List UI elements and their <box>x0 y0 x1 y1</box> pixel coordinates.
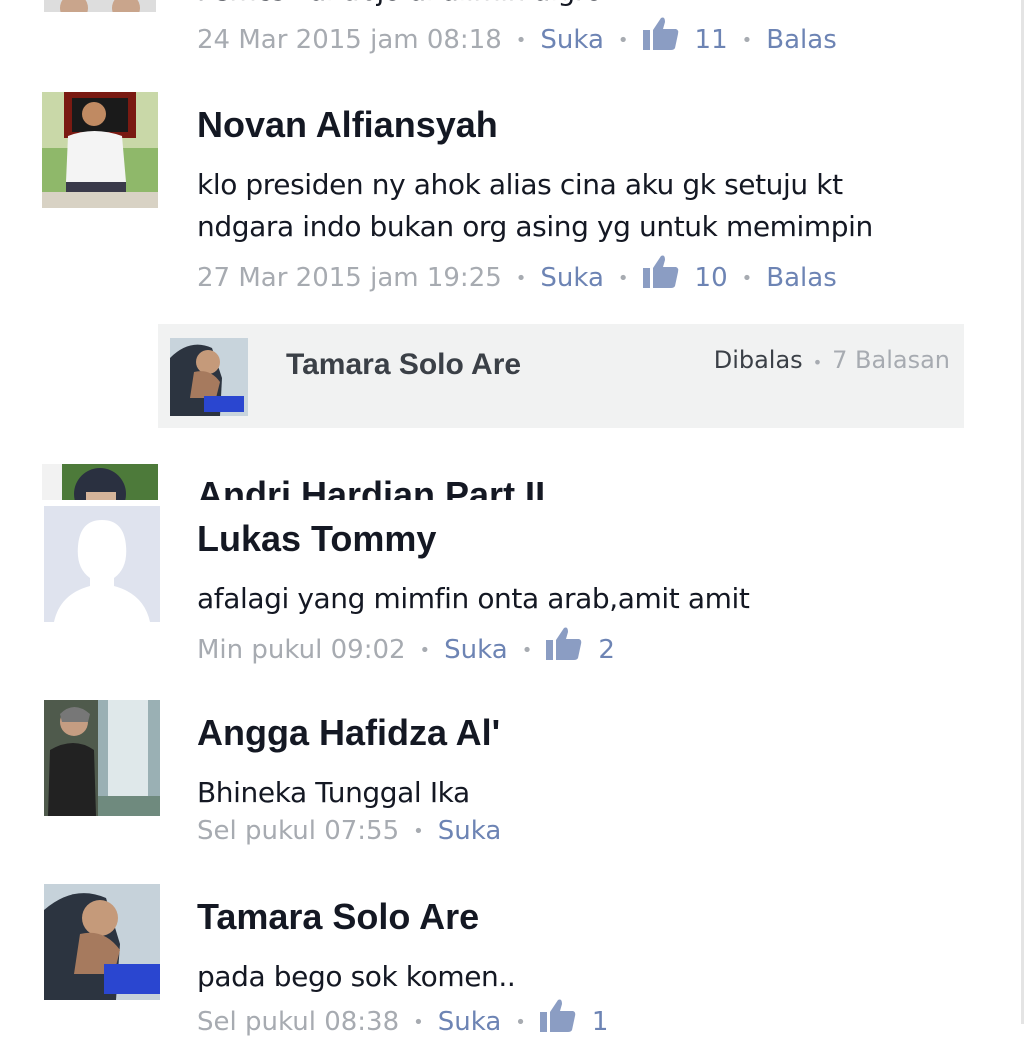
thumbs-up-icon <box>546 626 582 662</box>
reply-meta: Dibalas • 7 Balasan <box>714 346 950 374</box>
like-count: 2 <box>598 635 615 665</box>
thumbs-up-icon <box>539 998 576 1034</box>
reply-button[interactable]: Balas <box>766 25 836 55</box>
comment-meta: 24 Mar 2015 jam 08:18 • Suka • 11 • Bala… <box>197 17 837 58</box>
reply-author-name: Tamara Solo Are <box>286 348 522 381</box>
comment-date: Sel pukul 08:38 <box>197 1007 400 1037</box>
comment-text-line: klo presiden ny ahok alias cina aku gk s… <box>197 168 843 201</box>
separator-dot: • <box>617 29 629 51</box>
commenter-name[interactable]: Tamara Solo Are <box>197 896 479 938</box>
like-button[interactable]: Suka <box>438 816 502 846</box>
separator-dot: • <box>521 639 533 661</box>
person-photo-icon <box>42 92 158 208</box>
avatar[interactable] <box>44 700 160 816</box>
comment-meta: Sel pukul 08:38 • Suka • 1 <box>197 999 609 1040</box>
avatar[interactable] <box>42 464 158 500</box>
reply-summary[interactable]: Tamara Solo Are Dibalas • 7 Balasan <box>158 324 964 428</box>
comment-date: Min pukul 09:02 <box>197 635 406 665</box>
avatar[interactable] <box>42 92 158 208</box>
reply-count[interactable]: 7 Balasan <box>832 346 950 374</box>
avatar[interactable] <box>44 0 156 12</box>
separator-dot: • <box>741 267 753 289</box>
reply-button[interactable]: Balas <box>766 263 836 293</box>
like-button[interactable]: Suka <box>540 25 604 55</box>
separator-dot: • <box>812 353 823 372</box>
commenter-name[interactable]: Lukas Tommy <box>197 518 436 560</box>
comment-date: 24 Mar 2015 jam 08:18 <box>197 25 502 55</box>
comment-meta: Min pukul 09:02 • Suka • 2 <box>197 627 615 668</box>
separator-dot: • <box>515 29 527 51</box>
commenter-name[interactable]: Novan Alfiansyah <box>197 104 498 146</box>
comment-text: Bhineka Tunggal Ika <box>197 776 470 809</box>
commenter-name[interactable]: Andri Hardian Part II <box>197 474 545 500</box>
comment-text-line: ndgara indo bukan org asing yg untuk mem… <box>197 210 873 243</box>
separator-dot: • <box>515 1011 526 1033</box>
like-count: 1 <box>591 1007 609 1037</box>
comment-date: Sel pukul 07:55 <box>197 816 400 846</box>
comment-text: afalagi yang mimfin onta arab,amit amit <box>197 582 750 615</box>
avatar <box>170 338 248 416</box>
commenter-name[interactable]: Angga Hafidza Al' <box>197 712 500 754</box>
separator-dot: • <box>413 820 424 842</box>
default-profile-silhouette-icon <box>44 506 160 622</box>
partial-comment: Andri Hardian Part II <box>0 460 1020 500</box>
comment-date: 27 Mar 2015 jam 19:25 <box>197 263 502 293</box>
thumbs-up-icon <box>642 16 679 52</box>
comment-meta: 27 Mar 2015 jam 19:25 • Suka • 10 • Bala… <box>197 255 837 296</box>
like-button[interactable]: Suka <box>444 635 508 665</box>
separator-dot: • <box>515 267 527 289</box>
thumbs-up-icon <box>642 254 679 290</box>
replied-label: Dibalas <box>713 346 803 374</box>
separator-dot: • <box>617 267 629 289</box>
avatar[interactable] <box>44 506 160 622</box>
separator-dot: • <box>741 29 753 51</box>
like-count: 11 <box>694 25 728 55</box>
like-button[interactable]: Suka <box>438 1007 502 1037</box>
like-button[interactable]: Suka <box>540 263 604 293</box>
avatar[interactable] <box>44 884 160 1000</box>
like-count: 10 <box>694 263 728 293</box>
comment-meta: Sel pukul 07:55 • Suka <box>197 816 501 846</box>
comment-text: Pemcs kal ubjo al alimin algro <box>197 0 603 12</box>
separator-dot: • <box>419 639 431 661</box>
comment-text: pada bego sok komen.. <box>197 960 516 993</box>
separator-dot: • <box>413 1011 424 1033</box>
partial-comment-top: Pemcs kal ubjo al alimin algro <box>0 0 1020 14</box>
